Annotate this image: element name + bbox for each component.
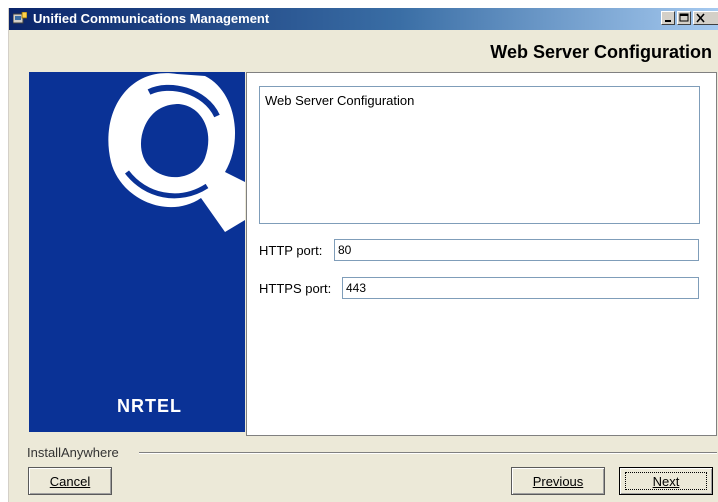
- cancel-button[interactable]: Cancel: [28, 467, 112, 495]
- installer-icon: [13, 12, 27, 24]
- https-port-input[interactable]: [342, 277, 699, 299]
- next-button[interactable]: Next: [619, 467, 713, 495]
- installer-brand-label: InstallAnywhere: [27, 445, 119, 460]
- installer-window: Unified Communications Management Web Se…: [8, 8, 718, 502]
- title-bar[interactable]: Unified Communications Management: [9, 8, 718, 30]
- window-title: Unified Communications Management: [33, 11, 270, 26]
- minimize-icon[interactable]: [661, 11, 675, 25]
- http-port-label: HTTP port:: [259, 243, 323, 258]
- cancel-button-label: Cancel: [49, 473, 91, 489]
- close-icon[interactable]: [693, 11, 718, 25]
- maximize-icon[interactable]: [677, 11, 691, 25]
- previous-button[interactable]: Previous: [511, 467, 605, 495]
- footer-divider: [139, 452, 717, 454]
- focus-ring: [625, 472, 707, 490]
- previous-button-label: Previous: [532, 473, 584, 489]
- content-panel: Web Server Configuration HTTP port: HTTP…: [246, 72, 717, 436]
- company-logo-text: NRTEL: [117, 396, 182, 416]
- nortel-globe-icon: [108, 73, 245, 233]
- https-port-label: HTTPS port:: [259, 281, 332, 296]
- page-title: Web Server Configuration: [490, 42, 712, 62]
- branding-panel: NRTEL: [29, 72, 245, 432]
- description-box: Web Server Configuration: [259, 86, 700, 224]
- http-port-input[interactable]: [334, 239, 699, 261]
